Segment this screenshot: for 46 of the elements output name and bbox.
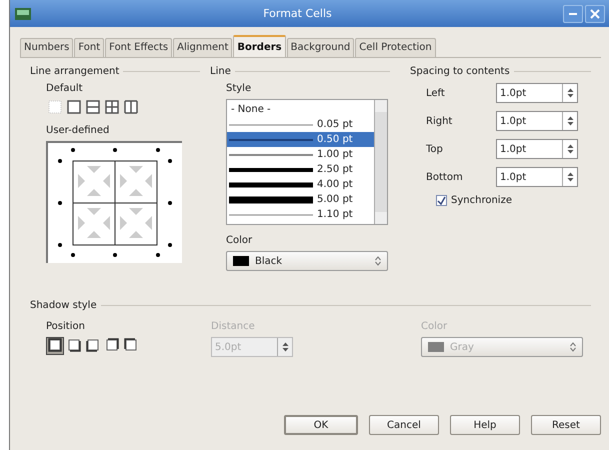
- tab[interactable]: Numbers: [20, 38, 74, 57]
- field-label: Bottom: [426, 172, 464, 182]
- help-button[interactable]: Help: [450, 415, 520, 435]
- field-label: Position: [46, 321, 86, 332]
- reset-button[interactable]: Reset: [531, 415, 601, 435]
- color-dropdown[interactable]: Black: [226, 251, 388, 271]
- spin-box[interactable]: 1.0pt: [496, 167, 578, 187]
- line-style-item[interactable]: - None -: [227, 102, 374, 117]
- tab[interactable]: Font Effects: [105, 38, 172, 57]
- line-style-item[interactable]: 4.00 pt: [227, 177, 374, 192]
- line-style-item[interactable]: 2.50 pt: [227, 162, 374, 177]
- field-label: Color: [421, 321, 448, 332]
- line-style-item[interactable]: 0.50 pt: [227, 132, 374, 147]
- tab[interactable]: Background: [286, 38, 354, 57]
- field-label: Top: [426, 144, 444, 154]
- input-field[interactable]: 1.0pt: [497, 140, 562, 158]
- tab[interactable]: Alignment: [173, 38, 232, 57]
- window-title: Format Cells: [262, 7, 333, 20]
- ok-button[interactable]: OK: [284, 415, 358, 435]
- line-style-item[interactable]: 1.00 pt: [227, 147, 374, 162]
- field-label: Color: [226, 235, 254, 246]
- section-title: Line: [210, 66, 231, 77]
- field-label: Distance: [211, 321, 256, 332]
- section-title: Line arrangement: [30, 66, 120, 77]
- tab[interactable]: Font: [74, 38, 104, 57]
- checkbox-label: Synchronize: [451, 195, 512, 206]
- spin-box[interactable]: 1.0pt: [496, 139, 578, 159]
- line-style-item[interactable]: 1.10 pt: [227, 207, 374, 222]
- spin-box[interactable]: 1.0pt: [496, 83, 578, 103]
- tab[interactable]: Borders: [233, 35, 286, 57]
- input-field[interactable]: 1.0pt: [497, 112, 562, 130]
- cancel-button[interactable]: Cancel: [369, 415, 439, 435]
- section-title: Spacing to contents: [410, 66, 510, 77]
- field-label: Right: [426, 116, 454, 126]
- line-style-item[interactable]: 5.00 pt: [227, 192, 374, 207]
- field-label: Default: [46, 83, 84, 94]
- input-field[interactable]: 1.0pt: [497, 168, 562, 186]
- spin-box[interactable]: 1.0pt: [496, 111, 578, 131]
- field-label: Left: [426, 88, 446, 98]
- tab[interactable]: Cell Protection: [355, 38, 436, 57]
- section-title: Shadow style: [30, 300, 97, 311]
- field-label: Style: [226, 83, 252, 94]
- line-style-list[interactable]: - None - 0.05 pt 0.50 pt 1.00 pt 2.50 pt 4.00 pt 5.00 pt 1.10 pt: [226, 99, 388, 225]
- field-label: User-defined: [46, 125, 110, 136]
- line-style-item[interactable]: 0.05 pt: [227, 117, 374, 132]
- input-field[interactable]: 1.0pt: [497, 84, 562, 102]
